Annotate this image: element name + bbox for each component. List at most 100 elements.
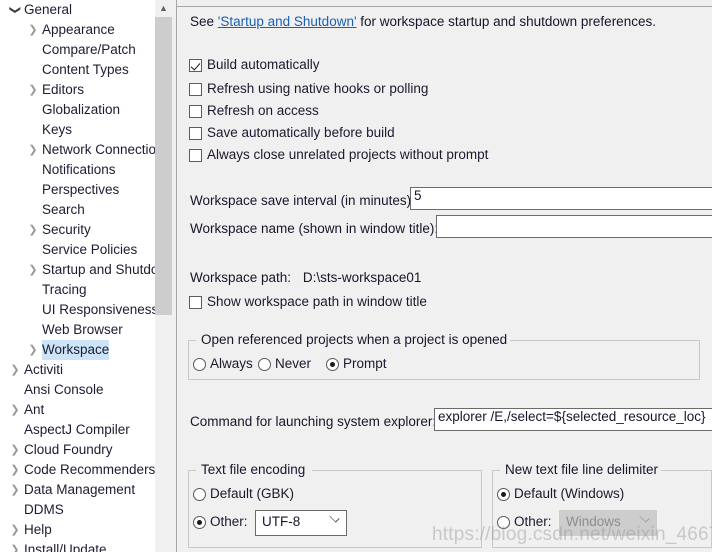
checkbox-save-automatically-before-build[interactable]: Save automatically before build [189, 125, 395, 144]
sidebar-item-keys[interactable]: Keys [0, 120, 155, 140]
checkbox-label: Build automatically [207, 57, 320, 72]
explorer-command-input[interactable]: explorer /E,/select=${selected_resource_… [434, 408, 712, 431]
sidebar-item-label: Globalization [42, 102, 121, 117]
radio-circle[interactable] [193, 358, 206, 371]
sidebar-item-workspace[interactable]: ❯ Workspace [0, 340, 155, 360]
workspace-name-input[interactable] [436, 215, 712, 238]
delimiter-default-radio[interactable]: Default (Windows) [497, 486, 624, 505]
explorer-command-label: Command for launching system explorer: [190, 414, 437, 429]
encoding-combo[interactable]: UTF-8 [255, 510, 347, 536]
sidebar-item-perspectives[interactable]: Perspectives [0, 180, 155, 200]
save-interval-input[interactable]: 5 [410, 187, 712, 210]
sidebar-item-label: Help [24, 522, 52, 537]
radio-circle[interactable] [193, 516, 206, 529]
sidebar-item-network-connections[interactable]: ❯Network Connections [0, 140, 155, 160]
radio-circle[interactable] [258, 358, 271, 371]
chevron-right-icon[interactable]: ❯ [4, 360, 26, 380]
checkbox-refresh-using-native-hooks-or-polling[interactable]: Refresh using native hooks or polling [189, 81, 428, 100]
hint-suffix: for workspace startup and shutdown prefe… [356, 14, 656, 29]
chevron-down-icon[interactable] [329, 512, 340, 523]
encoding-other-radio[interactable]: Other: [193, 514, 248, 533]
sidebar-item-web-browser[interactable]: Web Browser [0, 320, 155, 340]
sidebar-item-ui-responsiveness-monitoring[interactable]: UI Responsiveness Monitoring [0, 300, 155, 320]
chevron-right-icon[interactable]: ❯ [4, 440, 26, 460]
checkbox-box[interactable] [189, 83, 202, 96]
encoding-default-radio[interactable]: Default (GBK) [193, 486, 294, 505]
sidebar-item-label: Keys [42, 122, 73, 137]
chevron-right-icon[interactable]: ❯ [22, 80, 44, 100]
checkbox-box[interactable] [189, 127, 202, 140]
checkbox-box[interactable] [189, 149, 202, 162]
sidebar-item-aspectj-compiler[interactable]: AspectJ Compiler [0, 420, 155, 440]
show-workspace-path-checkbox[interactable]: Show workspace path in window title [189, 294, 427, 313]
checkbox-box[interactable] [189, 296, 202, 309]
checkbox-refresh-on-access[interactable]: Refresh on access [189, 103, 319, 122]
chevron-down-icon[interactable]: ❯ [5, 0, 25, 21]
sidebar-item-globalization[interactable]: Globalization [0, 100, 155, 120]
sidebar-item-help[interactable]: ❯ Help [0, 520, 155, 540]
chevron-right-icon[interactable]: ❯ [4, 480, 26, 500]
sidebar-item-notifications[interactable]: Notifications [0, 160, 155, 180]
group-border-top-right [657, 470, 712, 471]
sidebar-item-appearance[interactable]: ❯ Appearance [0, 20, 155, 40]
referenced-projects-radio-never[interactable]: Never [258, 356, 311, 375]
sidebar-item-compare-patch[interactable]: Compare/Patch [0, 40, 155, 60]
chevron-right-icon[interactable]: ❯ [22, 20, 44, 40]
sidebar-item-ddms[interactable]: DDMS [0, 500, 155, 520]
sidebar-item-label: Startup and Shutdown [42, 262, 155, 277]
checkbox-build-automatically[interactable]: Build automatically [189, 57, 320, 76]
sidebar-item-startup-and-shutdown[interactable]: ❯Startup and Shutdown [0, 260, 155, 280]
referenced-projects-radio-prompt[interactable]: Prompt [326, 356, 387, 375]
sidebar-item-ant[interactable]: ❯ Ant [0, 400, 155, 420]
sidebar-item-label: Content Types [42, 62, 129, 77]
sidebar-item-search[interactable]: Search [0, 200, 155, 220]
checkbox-box[interactable] [189, 59, 202, 72]
preferences-tree-list[interactable]: ❯ General ❯ Appearance Compare/Patch Content … [0, 0, 155, 552]
workspace-path-value: D:\sts-workspace01 [302, 270, 422, 285]
scrollbar-thumb[interactable] [155, 17, 172, 315]
sidebar-item-data-management[interactable]: ❯ Data Management [0, 480, 155, 500]
sidebar-item-content-types[interactable]: Content Types [0, 60, 155, 80]
sidebar-item-install-update[interactable]: ❯ Install/Update [0, 540, 155, 552]
chevron-right-icon[interactable]: ❯ [22, 140, 44, 160]
chevron-right-icon[interactable]: ❯ [22, 220, 44, 240]
startup-and-shutdown-link[interactable]: 'Startup and Shutdown' [218, 14, 357, 29]
radio-circle[interactable] [497, 488, 510, 501]
sidebar-item-label: Perspectives [42, 182, 120, 197]
sidebar-item-cloud-foundry[interactable]: ❯ Cloud Foundry [0, 440, 155, 460]
radio-circle[interactable] [326, 358, 339, 371]
sidebar-item-security[interactable]: ❯ Security [0, 220, 155, 240]
sidebar-item-ansi-console[interactable]: Ansi Console [0, 380, 155, 400]
scroll-up-arrow-icon[interactable]: ▲ [155, 0, 172, 17]
hint-prefix: See [190, 14, 218, 29]
radio-circle[interactable] [193, 488, 206, 501]
sidebar-item-label: Install/Update [24, 542, 107, 552]
delimiter-other-radio[interactable]: Other: [497, 514, 552, 533]
preferences-tree[interactable]: ❯ General ❯ Appearance Compare/Patch Content … [0, 0, 155, 552]
chevron-right-icon[interactable]: ❯ [4, 460, 26, 480]
sidebar-item-label: Appearance [42, 22, 115, 37]
chevron-right-icon[interactable]: ❯ [4, 400, 26, 420]
sidebar-item-general[interactable]: ❯ General [0, 0, 155, 20]
radio-circle[interactable] [497, 516, 510, 529]
sidebar-item-tracing[interactable]: Tracing [0, 280, 155, 300]
referenced-projects-radio-always[interactable]: Always [193, 356, 253, 375]
checkbox-always-close-unrelated-projects-without-prompt[interactable]: Always close unrelated projects without … [189, 147, 488, 166]
chevron-right-icon[interactable]: ❯ [4, 520, 26, 540]
checkbox-box[interactable] [189, 105, 202, 118]
sidebar-item-editors[interactable]: ❯ Editors [0, 80, 155, 100]
sidebar-item-code-recommenders[interactable]: ❯ Code Recommenders [0, 460, 155, 480]
chevron-right-icon[interactable]: ❯ [4, 540, 26, 552]
chevron-right-icon[interactable]: ❯ [22, 260, 44, 280]
sidebar-item-activiti[interactable]: ❯ Activiti [0, 360, 155, 380]
save-interval-label: Workspace save interval (in minutes): [190, 193, 415, 208]
sidebar-item-service-policies[interactable]: Service Policies [0, 240, 155, 260]
tree-vertical-scrollbar[interactable]: ▲ [155, 0, 172, 552]
chevron-right-icon[interactable]: ❯ [22, 340, 44, 360]
sidebar-item-label: Security [42, 222, 91, 237]
